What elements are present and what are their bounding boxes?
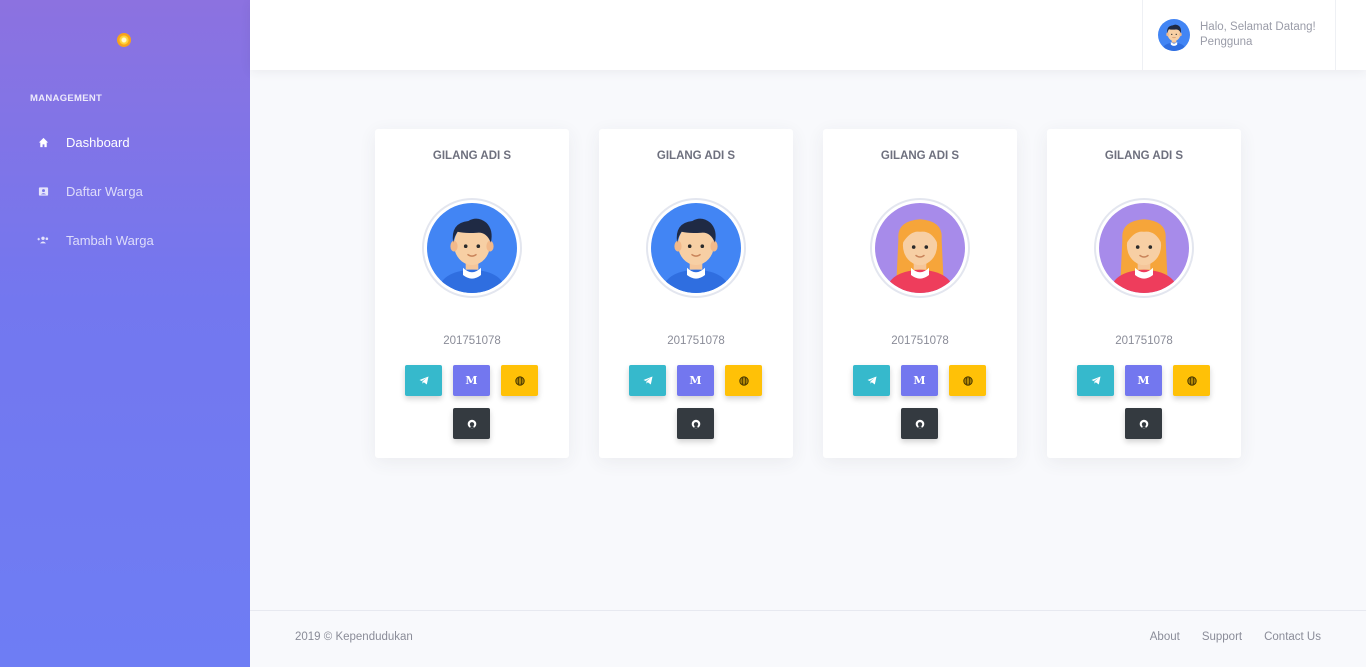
telegram-button[interactable] <box>405 365 442 396</box>
globe-icon <box>514 375 525 386</box>
profile-name: GILANG ADI S <box>656 150 736 162</box>
medium-icon: M <box>1137 374 1150 387</box>
website-button[interactable] <box>1173 365 1210 396</box>
medium-icon: M <box>689 374 702 387</box>
telegram-icon <box>643 376 652 385</box>
footer: 2019 © Kependudukan About Support Contac… <box>250 610 1366 667</box>
sidebar-section-heading: MANAGEMENT <box>30 93 103 104</box>
footer-link-support[interactable]: Support <box>1202 631 1242 643</box>
telegram-button[interactable] <box>1077 365 1114 396</box>
topbar: Halo, Selamat Datang! Pengguna <box>250 0 1366 70</box>
sidebar-item-tambah-warga[interactable]: Tambah Warga <box>0 220 250 260</box>
telegram-icon <box>419 376 428 385</box>
profile-id: 201751078 <box>1115 335 1173 347</box>
profile-id: 201751078 <box>667 335 725 347</box>
id-card-icon <box>36 184 50 198</box>
github-icon <box>915 419 924 428</box>
website-button[interactable] <box>949 365 986 396</box>
profile-id: 201751078 <box>891 335 949 347</box>
globe-icon <box>962 375 973 386</box>
medium-button[interactable]: M <box>1125 365 1162 396</box>
globe-icon <box>738 375 749 386</box>
profile-id: 201751078 <box>443 335 501 347</box>
profile-card: GILANG ADI S 201751078 M <box>1047 129 1241 458</box>
profile-card: GILANG ADI S 201751078 M <box>823 129 1017 458</box>
profile-name: GILANG ADI S <box>432 150 512 162</box>
telegram-icon <box>1091 376 1100 385</box>
users-plus-icon <box>36 233 50 247</box>
avatar <box>646 198 746 298</box>
brand-logo-icon[interactable] <box>117 33 131 47</box>
medium-button[interactable]: M <box>901 365 938 396</box>
website-button[interactable] <box>725 365 762 396</box>
footer-links: About Support Contact Us <box>1150 631 1321 643</box>
user-greeting: Halo, Selamat Datang! <box>1200 21 1316 33</box>
github-button[interactable] <box>677 408 714 439</box>
female-avatar-icon <box>1099 203 1189 293</box>
sidebar-item-label: Tambah Warga <box>66 232 154 248</box>
profile-name: GILANG ADI S <box>880 150 960 162</box>
male-avatar-icon <box>651 203 741 293</box>
medium-icon: M <box>465 374 478 387</box>
profile-card: GILANG ADI S 201751078 M <box>599 129 793 458</box>
male-avatar-icon <box>427 203 517 293</box>
sidebar-item-label: Daftar Warga <box>66 183 143 199</box>
sidebar-item-dashboard[interactable]: Dashboard <box>0 122 250 162</box>
telegram-button[interactable] <box>629 365 666 396</box>
home-icon <box>36 135 50 149</box>
footer-link-contact-us[interactable]: Contact Us <box>1264 631 1321 643</box>
user-menu[interactable]: Halo, Selamat Datang! Pengguna <box>1142 0 1336 70</box>
github-icon <box>691 419 700 428</box>
globe-icon <box>1186 375 1197 386</box>
telegram-button[interactable] <box>853 365 890 396</box>
medium-icon: M <box>913 374 926 387</box>
female-avatar-icon <box>875 203 965 293</box>
github-button[interactable] <box>1125 408 1162 439</box>
avatar <box>422 198 522 298</box>
avatar <box>870 198 970 298</box>
sidebar: MANAGEMENT Dashboard Daftar Warga Tambah… <box>0 0 250 667</box>
github-button[interactable] <box>901 408 938 439</box>
avatar <box>1094 198 1194 298</box>
footer-link-about[interactable]: About <box>1150 631 1180 643</box>
github-button[interactable] <box>453 408 490 439</box>
sidebar-item-label: Dashboard <box>66 134 130 150</box>
sidebar-item-daftar-warga[interactable]: Daftar Warga <box>0 171 250 211</box>
profile-name: GILANG ADI S <box>1104 150 1184 162</box>
user-name: Pengguna <box>1200 36 1253 48</box>
website-button[interactable] <box>501 365 538 396</box>
github-icon <box>1139 419 1148 428</box>
medium-button[interactable]: M <box>677 365 714 396</box>
profile-card: GILANG ADI S 201751078 M <box>375 129 569 458</box>
avatar <box>1158 19 1190 51</box>
medium-button[interactable]: M <box>453 365 490 396</box>
github-icon <box>467 419 476 428</box>
copyright-text: 2019 © Kependudukan <box>295 631 413 643</box>
telegram-icon <box>867 376 876 385</box>
